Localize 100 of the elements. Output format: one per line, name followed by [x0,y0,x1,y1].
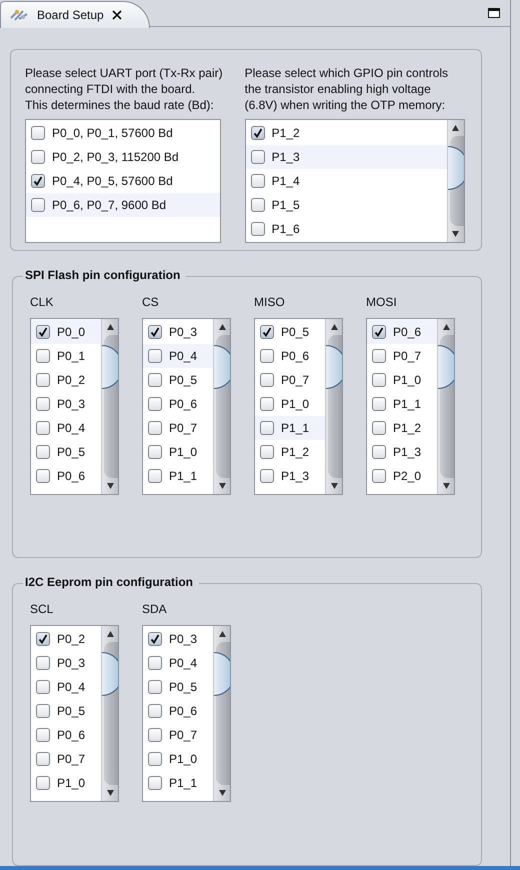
list-item[interactable]: P0_3 [143,627,213,652]
checkbox[interactable] [36,348,50,363]
scrollbar[interactable] [446,120,464,242]
checkbox[interactable] [36,372,50,387]
scrollbar[interactable] [213,318,230,494]
checkbox[interactable] [36,420,50,435]
checkbox[interactable] [36,752,50,766]
list-item[interactable]: P0_2 [31,627,101,652]
list-item[interactable]: P0_3 [143,320,213,344]
scroll-up-icon[interactable] [106,631,114,638]
scroll-down-icon[interactable] [218,790,226,796]
list-item[interactable]: P0_0 [31,320,101,344]
checkbox[interactable] [36,656,50,670]
list-item[interactable]: P2_0 [367,464,437,488]
checkbox[interactable] [372,468,386,483]
list-item[interactable]: P0_7 [367,344,437,368]
checkbox[interactable] [148,444,162,459]
checkbox[interactable] [260,396,274,411]
checkbox[interactable] [148,680,162,694]
list-item[interactable]: P0_6 [143,699,213,724]
checkbox[interactable] [36,468,50,483]
checkbox[interactable] [148,656,162,670]
list-item[interactable]: P0_4, P0_5, 57600 Bd [26,169,220,194]
list-item[interactable]: P0_0, P0_1, 57600 Bd [26,121,220,146]
list-item[interactable]: P0_7 [143,723,213,748]
list-item[interactable]: P0_6 [31,464,101,488]
list-item[interactable]: P0_7 [255,368,325,392]
list-item[interactable]: P0_3 [31,392,101,416]
list-item[interactable]: P0_6, P0_7, 9600 Bd [26,193,220,218]
scroll-thumb[interactable] [102,652,118,696]
list-item[interactable]: P0_3 [31,651,101,676]
checkbox[interactable] [148,468,162,483]
scroll-thumb[interactable] [438,344,454,389]
scroll-thumb[interactable] [326,344,342,389]
list-item[interactable]: P1_5 [246,193,447,218]
checkbox[interactable] [148,704,162,718]
scroll-up-icon[interactable] [452,125,460,132]
list-item[interactable]: P0_6 [367,320,437,344]
list-item[interactable]: P0_6 [31,723,101,748]
list-item[interactable]: P0_5 [143,368,213,392]
list-item[interactable]: P0_4 [31,416,101,440]
view-tab[interactable]: Board Setup [0,1,150,28]
checkbox[interactable] [260,420,274,435]
checkbox[interactable] [36,704,50,718]
checkbox[interactable] [250,198,265,212]
scrollbar[interactable] [325,318,342,494]
scroll-down-icon[interactable] [106,482,114,489]
scroll-thumb[interactable] [102,344,118,389]
checkbox[interactable] [260,324,274,339]
list-item[interactable]: P1_0 [367,368,437,392]
checkbox[interactable] [260,468,274,483]
scroll-down-icon[interactable] [218,482,226,489]
scroll-down-icon[interactable] [330,482,338,489]
checkbox[interactable] [148,728,162,742]
list-item[interactable]: P1_3 [367,440,437,464]
checkbox[interactable] [250,126,265,140]
list-item[interactable]: P0_7 [31,747,101,772]
list-item[interactable]: P0_5 [31,699,101,724]
scrollbar[interactable] [101,318,118,494]
list-item[interactable]: P0_5 [143,675,213,700]
list-item[interactable]: P0_2 [31,368,101,392]
list-item[interactable]: P1_1 [255,416,325,440]
list-item[interactable]: P0_1 [31,344,101,368]
scroll-up-icon[interactable] [218,324,226,330]
list-item[interactable]: P1_0 [31,771,101,796]
list-item[interactable]: P1_6 [246,217,447,242]
scroll-thumb[interactable] [214,652,230,696]
list-item[interactable]: P1_0 [255,392,325,416]
checkbox[interactable] [148,348,162,363]
list-item[interactable]: P0_2, P0_3, 115200 Bd [26,145,220,170]
scroll-up-icon[interactable] [106,324,114,330]
list-item[interactable]: P0_4 [31,675,101,700]
list-item[interactable]: P1_3 [255,464,325,488]
checkbox[interactable] [372,420,386,435]
list-item[interactable]: P1_1 [367,392,437,416]
checkbox[interactable] [372,324,386,339]
scroll-down-icon[interactable] [442,482,450,489]
checkbox[interactable] [31,126,45,140]
list-item[interactable]: P1_3 [246,145,447,170]
checkbox[interactable] [260,444,274,459]
checkbox[interactable] [31,174,45,188]
checkbox[interactable] [250,174,265,188]
list-item[interactable]: P1_1 [143,771,213,796]
list-item[interactable]: P1_0 [143,747,213,772]
list-item[interactable]: P1_4 [246,169,447,194]
checkbox[interactable] [372,396,386,411]
maximize-icon[interactable] [488,8,500,18]
checkbox[interactable] [148,372,162,387]
list-item[interactable]: P1_2 [367,416,437,440]
scroll-up-icon[interactable] [218,631,226,638]
checkbox[interactable] [36,680,50,694]
list-item[interactable]: P0_5 [255,320,325,344]
scroll-down-icon[interactable] [452,231,460,238]
checkbox[interactable] [148,776,162,790]
list-item[interactable]: P0_7 [143,416,213,440]
checkbox[interactable] [250,222,265,236]
list-item[interactable]: P0_4 [143,344,213,368]
checkbox[interactable] [148,420,162,435]
list-item[interactable]: P0_6 [255,344,325,368]
checkbox[interactable] [148,324,162,339]
